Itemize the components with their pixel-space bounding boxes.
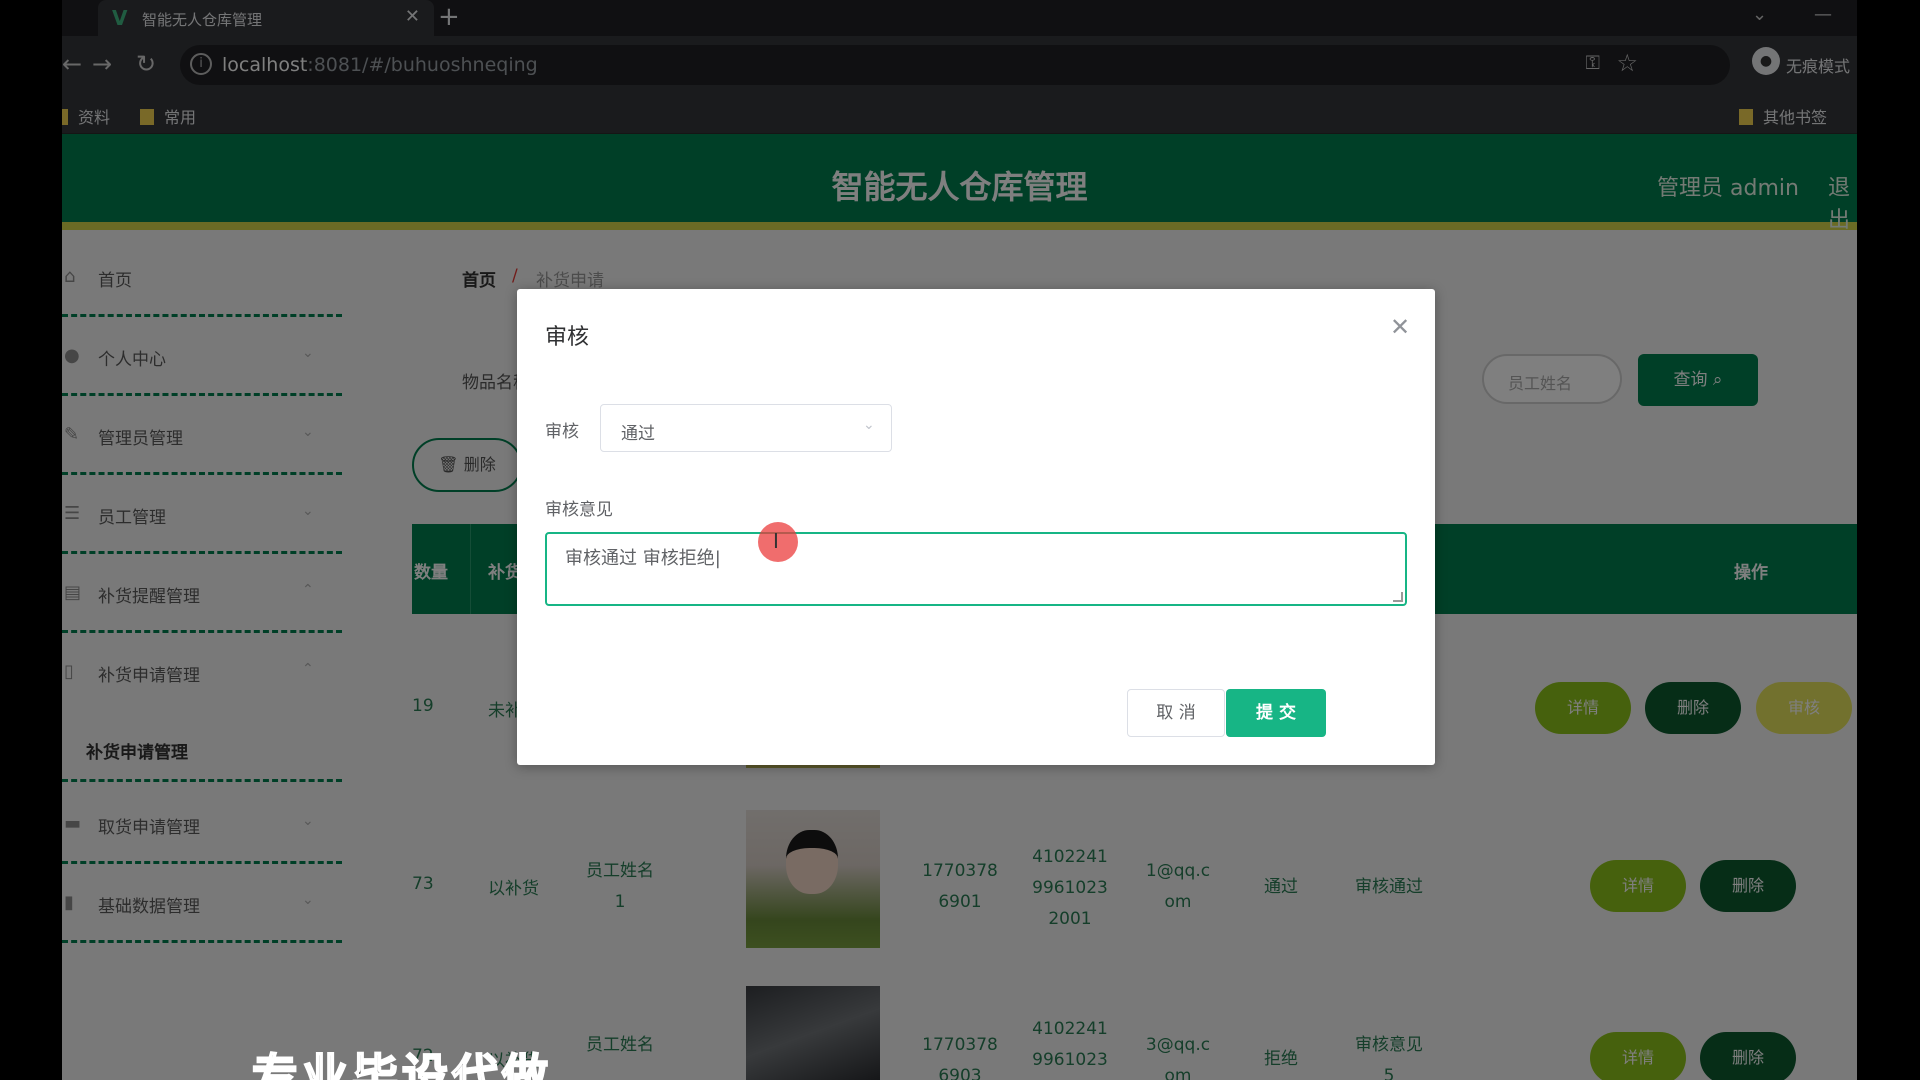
dialog-title: 审核 bbox=[545, 325, 590, 350]
text-cursor-icon: I bbox=[773, 529, 779, 553]
resize-handle-icon[interactable] bbox=[1393, 592, 1403, 602]
opinion-label: 审核意见 bbox=[545, 500, 613, 520]
cancel-button[interactable]: 取 消 bbox=[1127, 689, 1225, 737]
opinion-text: 审核通过 审核拒绝| bbox=[565, 548, 721, 569]
close-icon[interactable]: ✕ bbox=[1390, 313, 1410, 341]
chevron-down-icon: ⌄ bbox=[863, 417, 875, 433]
review-dialog: 审核 ✕ 审核 通过 ⌄ 审核意见 审核通过 审核拒绝| I 取 消 提 交 bbox=[517, 289, 1435, 765]
opinion-textarea[interactable]: 审核通过 审核拒绝| bbox=[545, 532, 1407, 606]
video-subtitle: 专业毕设代做 bbox=[251, 1048, 552, 1080]
review-select[interactable]: 通过 ⌄ bbox=[600, 404, 892, 452]
browser-window: V 智能无人仓库管理 ✕ + ⌄ — ← → ↻ i localhost:808… bbox=[62, 0, 1857, 1080]
review-select-value: 通过 bbox=[621, 424, 655, 444]
submit-button[interactable]: 提 交 bbox=[1226, 689, 1326, 737]
review-label: 审核 bbox=[545, 422, 579, 442]
